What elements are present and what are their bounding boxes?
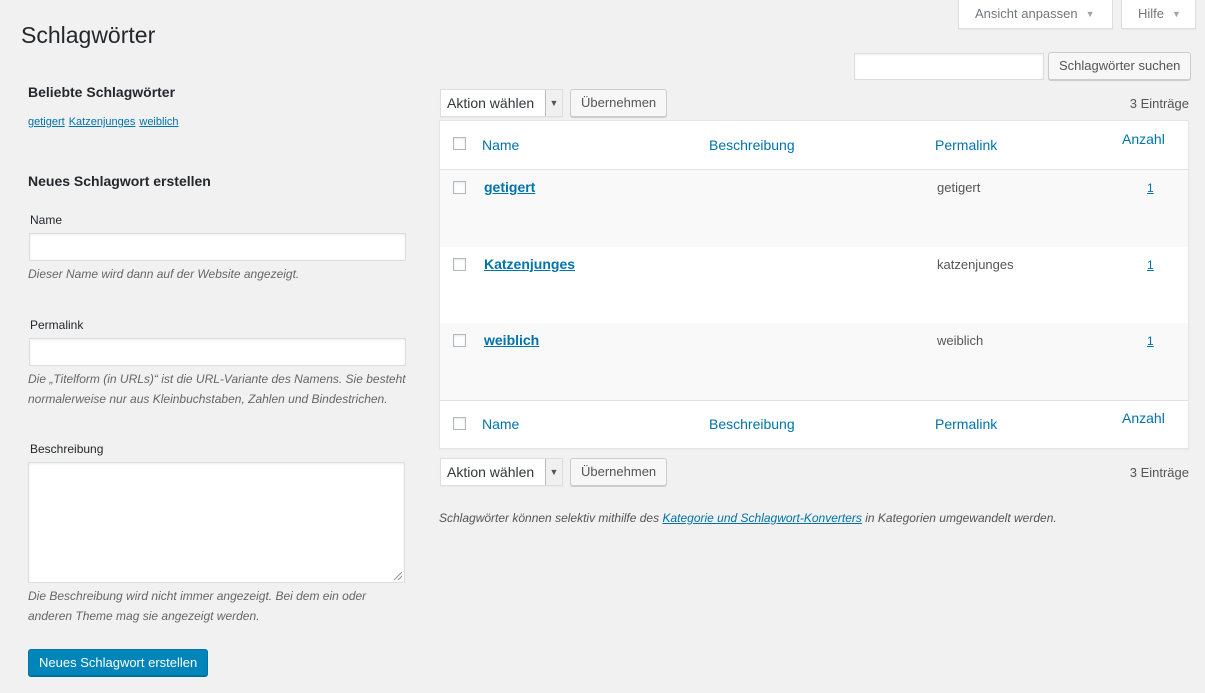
select-all-checkbox-bottom[interactable]: [453, 417, 466, 430]
screen-options-button[interactable]: Ansicht anpassen ▼: [958, 0, 1113, 29]
tag-slug: getigert: [937, 180, 981, 195]
tags-table: Name Beschreibung Permalink Anzahl getig…: [439, 120, 1189, 449]
description-label: Beschreibung: [30, 442, 104, 456]
table-header-row: Name Beschreibung Permalink Anzahl: [440, 121, 1188, 170]
search-input[interactable]: [854, 53, 1044, 80]
help-label: Hilfe: [1138, 6, 1165, 21]
slug-help-text: Die „Titelform (in URLs)“ ist die URL-Va…: [28, 369, 428, 409]
column-header-description[interactable]: Beschreibung: [709, 137, 795, 153]
converter-note-after: in Kategorien umgewandelt werden.: [861, 511, 1057, 525]
table-row: Katzenjunges katzenjunges 1: [440, 247, 1188, 323]
converter-link[interactable]: Kategorie und Schlagwort-Konverters: [662, 511, 861, 525]
slug-help-line: Die „Titelform (in URLs)“ ist die URL-Va…: [28, 372, 406, 386]
tag-slug: weiblich: [937, 333, 984, 348]
name-help-text: Dieser Name wird dann auf der Website an…: [28, 267, 300, 281]
slug-help-line: normalerweise nur aus Kleinbuchstaben, Z…: [28, 392, 388, 406]
bulk-apply-button-top[interactable]: Übernehmen: [570, 89, 668, 117]
row-checkbox[interactable]: [453, 258, 466, 271]
bulk-action-select-bottom[interactable]: Aktion wählen ▼: [440, 458, 563, 486]
select-all-checkbox[interactable]: [453, 137, 466, 150]
tag-name-input[interactable]: [29, 233, 406, 261]
add-tag-heading: Neues Schlagwort erstellen: [28, 173, 211, 189]
column-header-slug[interactable]: Permalink: [935, 137, 997, 153]
table-footer-row: Name Beschreibung Permalink Anzahl: [440, 400, 1188, 448]
bulk-action-selected: Aktion wählen: [447, 464, 535, 480]
tag-link-getigert[interactable]: getigert: [28, 116, 65, 128]
converter-note-before: Schlagwörter können selektiv mithilfe de…: [439, 511, 663, 525]
slug-label: Permalink: [30, 318, 84, 332]
tag-slug: katzenjunges: [937, 257, 1014, 272]
bulk-action-select-top[interactable]: Aktion wählen ▼: [440, 89, 563, 117]
tag-link-weiblich[interactable]: weiblich: [139, 116, 178, 128]
resize-grip-icon[interactable]: [394, 572, 402, 580]
tag-cloud: getigert Katzenjunges weiblich: [28, 116, 183, 128]
column-header-count[interactable]: Anzahl: [1122, 131, 1165, 147]
items-count-bottom: 3 Einträge: [1129, 465, 1189, 480]
description-help-line: anderen Theme mag sie angezeigt werden.: [28, 609, 260, 623]
chevron-down-icon: ▼: [545, 459, 562, 485]
table-row: weiblich weiblich 1: [440, 323, 1188, 400]
caret-down-icon: ▼: [1085, 9, 1095, 19]
caret-down-icon: ▼: [1172, 9, 1181, 19]
description-help-line: Die Beschreibung wird nicht immer angeze…: [28, 589, 367, 603]
description-help-text: Die Beschreibung wird nicht immer angeze…: [28, 586, 428, 626]
help-button[interactable]: Hilfe ▼: [1121, 0, 1196, 29]
chevron-down-icon: ▼: [545, 90, 562, 116]
page-title: Schlagwörter: [21, 22, 156, 48]
row-checkbox[interactable]: [453, 334, 466, 347]
tag-count-link[interactable]: 1: [1147, 181, 1154, 195]
column-footer-name[interactable]: Name: [482, 416, 519, 432]
bulk-action-selected: Aktion wählen: [447, 95, 535, 111]
converter-note: Schlagwörter können selektiv mithilfe de…: [439, 511, 1057, 525]
search-button[interactable]: Schlagwörter suchen: [1048, 52, 1192, 80]
column-header-name[interactable]: Name: [482, 137, 519, 153]
name-label: Name: [30, 213, 63, 227]
tag-description-textarea[interactable]: [28, 462, 405, 583]
column-footer-count[interactable]: Anzahl: [1122, 410, 1165, 426]
tag-slug-input[interactable]: [29, 338, 406, 366]
column-footer-description[interactable]: Beschreibung: [709, 416, 795, 432]
add-tag-submit-button[interactable]: Neues Schlagwort erstellen: [28, 649, 209, 676]
screen-options-label: Ansicht anpassen: [975, 6, 1078, 21]
column-footer-slug[interactable]: Permalink: [935, 416, 997, 432]
items-count-top: 3 Einträge: [1129, 96, 1189, 111]
popular-tags-heading: Beliebte Schlagwörter: [28, 84, 176, 100]
tag-name-link[interactable]: weiblich: [484, 332, 539, 348]
tag-count-link[interactable]: 1: [1147, 258, 1154, 272]
table-row: getigert getigert 1: [440, 170, 1188, 247]
row-checkbox[interactable]: [453, 181, 466, 194]
bulk-apply-button-bottom[interactable]: Übernehmen: [570, 458, 668, 486]
tag-name-link[interactable]: Katzenjunges: [484, 256, 575, 272]
tag-link-katzenjunges[interactable]: Katzenjunges: [69, 116, 136, 128]
tag-count-link[interactable]: 1: [1147, 334, 1154, 348]
tag-name-link[interactable]: getigert: [484, 179, 535, 195]
